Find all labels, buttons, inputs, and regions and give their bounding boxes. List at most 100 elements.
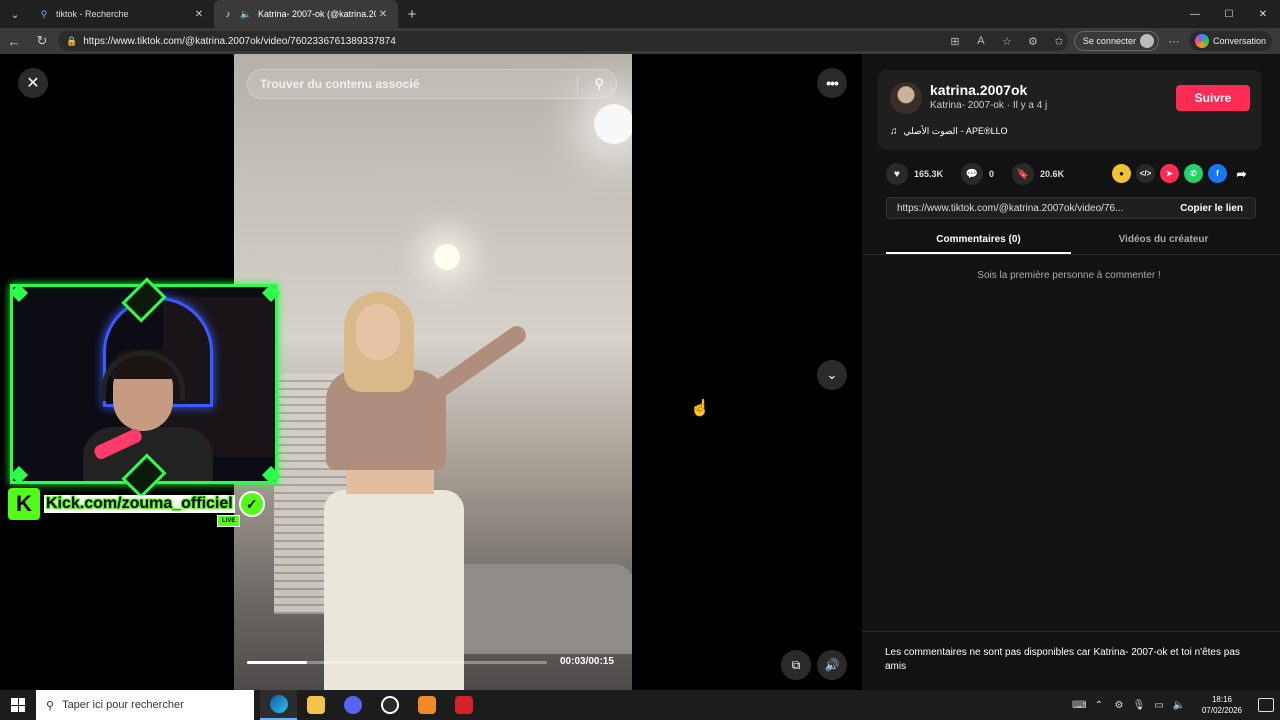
tab-tiktok-search[interactable]: ⚲ tiktok - Recherche ✕ xyxy=(30,0,214,28)
comment-stat[interactable]: 💬 0 xyxy=(961,163,994,185)
keyboard-icon[interactable]: ⌨ xyxy=(1072,700,1086,711)
mini-player-icon: ⧉ xyxy=(791,657,801,672)
discord-icon xyxy=(343,696,362,714)
new-tab-button[interactable]: + xyxy=(398,6,426,23)
kick-logo: K xyxy=(8,488,40,520)
tab-katrina-video[interactable]: ♪ 🔈 Katrina- 2007-ok (@katrina.2007ok) ✕ xyxy=(214,0,398,28)
speaker-icon: 🔊 xyxy=(824,658,840,672)
system-clock[interactable]: 18:16 07/02/2026 xyxy=(1202,694,1242,716)
extensions-icon[interactable]: ⚙ xyxy=(1022,30,1044,52)
minimize-button[interactable]: — xyxy=(1178,0,1212,28)
tab-close-button[interactable]: ✕ xyxy=(376,9,390,20)
floating-player-button[interactable]: ⧉ xyxy=(781,650,811,680)
embed-icon[interactable]: </> xyxy=(1136,164,1155,183)
app-available-icon[interactable]: ⊞ xyxy=(944,30,966,52)
creator-info-card: katrina.2007ok Katrina- 2007-ok · Il y a… xyxy=(878,70,1262,150)
search-icon: ⚲ xyxy=(40,8,48,19)
device-icon[interactable]: ⚙ xyxy=(1112,700,1126,711)
person xyxy=(428,322,530,401)
tiktok-icon: ♪ xyxy=(225,9,231,19)
next-video-button[interactable]: ⌄ xyxy=(817,360,847,390)
obs-icon xyxy=(380,696,399,714)
search-icon: ⚲ xyxy=(46,699,55,712)
hand-cursor-icon: ☝ xyxy=(690,400,710,417)
follow-button[interactable]: Suivre xyxy=(1176,85,1250,111)
windows-logo-icon xyxy=(11,698,25,712)
like-stat[interactable]: ♥ 165.3K xyxy=(886,163,943,185)
browser-toolbar: ← ↻ 🔒 https://www.tiktok.com/@katrina.20… xyxy=(0,28,1280,54)
music-link[interactable]: ♫ الصوت الأصلي - APE®LLO xyxy=(890,126,1008,137)
back-button[interactable]: ← xyxy=(0,28,28,54)
obs-app[interactable] xyxy=(371,690,408,720)
creator-avatar[interactable] xyxy=(890,82,922,114)
music-note-icon: ♫ xyxy=(890,126,898,137)
close-window-button[interactable]: ✕ xyxy=(1246,0,1280,28)
maximize-button[interactable]: ☐ xyxy=(1212,0,1246,28)
video-player[interactable] xyxy=(234,54,632,690)
tab-creator-videos[interactable]: Vidéos du créateur xyxy=(1071,230,1256,254)
person xyxy=(324,490,464,690)
coin-icon[interactable]: ● xyxy=(1112,164,1131,183)
window-controls: — ☐ ✕ xyxy=(1178,0,1280,28)
start-button[interactable] xyxy=(0,690,36,720)
site-info-icon[interactable]: 🔒 xyxy=(66,36,77,47)
taskbar-search-input[interactable]: ⚲ Taper ici pour rechercher xyxy=(36,690,254,720)
copy-link-button[interactable]: Copier le lien xyxy=(1168,203,1255,214)
tab-actions-menu[interactable]: ⌄ xyxy=(0,0,30,28)
progress-fill xyxy=(247,661,307,664)
clock-time: 18:16 xyxy=(1211,695,1232,704)
facebook-icon[interactable]: f xyxy=(1208,164,1227,183)
red-app[interactable] xyxy=(445,690,482,720)
tiktok-video-page: ✕ Trouver du contenu associé ⚲ 00:03/00:… xyxy=(0,54,1280,690)
volume-icon[interactable]: 🔈 xyxy=(1172,700,1186,711)
search-icon[interactable]: ⚲ xyxy=(594,76,604,92)
search-placeholder: Trouver du contenu associé xyxy=(260,77,420,91)
speaker-icon[interactable]: 🔈 xyxy=(240,9,254,20)
empty-comments-message: Sois la première personne à commenter ! xyxy=(977,270,1161,281)
live-badge: LIVE xyxy=(217,515,241,527)
browser-tabbar: ⌄ ⚲ tiktok - Recherche ✕ ♪ 🔈 Katrina- 20… xyxy=(0,0,1280,28)
microphone-icon[interactable]: 🎙 xyxy=(1132,700,1146,711)
tab-close-button[interactable]: ✕ xyxy=(192,9,206,20)
address-bar[interactable]: 🔒 https://www.tiktok.com/@katrina.2007ok… xyxy=(58,31,1068,51)
chevron-up-icon[interactable]: ⌃ xyxy=(1092,700,1106,711)
file-explorer-app[interactable] xyxy=(297,690,334,720)
save-stat[interactable]: 🔖 20.6K xyxy=(1012,163,1064,185)
whatsapp-icon[interactable]: ✆ xyxy=(1184,164,1203,183)
comments-unavailable-message: Les commentaires ne sont pas disponibles… xyxy=(885,647,1240,672)
discord-app[interactable] xyxy=(334,690,371,720)
close-video-button[interactable]: ✕ xyxy=(18,68,48,98)
share-link-text[interactable]: https://www.tiktok.com/@katrina.2007ok/v… xyxy=(887,203,1168,214)
send-icon[interactable]: ➤ xyxy=(1160,164,1179,183)
video-progress-bar[interactable] xyxy=(247,661,547,664)
tab-title: tiktok - Recherche xyxy=(56,9,129,19)
video-details-panel: katrina.2007ok Katrina- 2007-ok · Il y a… xyxy=(862,54,1280,690)
volume-button[interactable]: 🔊 xyxy=(817,650,847,680)
refresh-icon: ↻ xyxy=(36,33,48,48)
related-search-input[interactable]: Trouver du contenu associé ⚲ xyxy=(247,69,617,99)
arrow-left-icon: ← xyxy=(7,33,21,49)
translate-icon[interactable]: A xyxy=(970,30,992,52)
vlc-app[interactable] xyxy=(408,690,445,720)
share-arrow-icon[interactable]: ➦ xyxy=(1232,164,1251,183)
favorites-icon[interactable]: ✩ xyxy=(1048,30,1070,52)
edge-app[interactable] xyxy=(260,690,297,720)
more-options-button[interactable]: ••• xyxy=(817,68,847,98)
chevron-down-icon: ⌄ xyxy=(10,8,20,21)
copilot-button[interactable]: Conversation xyxy=(1188,31,1272,51)
verified-check-icon: ✓ xyxy=(238,491,265,517)
refresh-button[interactable]: ↻ xyxy=(28,28,56,54)
notification-icon[interactable] xyxy=(1258,698,1274,712)
more-menu-icon[interactable]: ⋯ xyxy=(1163,30,1185,52)
video-timecode: 00:03/00:15 xyxy=(560,656,614,667)
creator-subline: Katrina- 2007-ok · Il y a 4 j xyxy=(930,100,1048,111)
creator-username[interactable]: katrina.2007ok xyxy=(930,82,1027,98)
favorite-star-icon[interactable]: ☆ xyxy=(996,30,1018,52)
kick-handle: Kick.com/zouma_officiel xyxy=(44,495,235,513)
share-buttons: ● </> ➤ ✆ f ➦ xyxy=(1112,164,1251,183)
tab-comments[interactable]: Commentaires (0) xyxy=(886,230,1071,254)
person xyxy=(356,304,400,360)
signin-button[interactable]: Se connecter xyxy=(1073,31,1159,51)
network-icon[interactable]: ▭ xyxy=(1152,700,1166,711)
taskbar-apps xyxy=(260,690,482,720)
